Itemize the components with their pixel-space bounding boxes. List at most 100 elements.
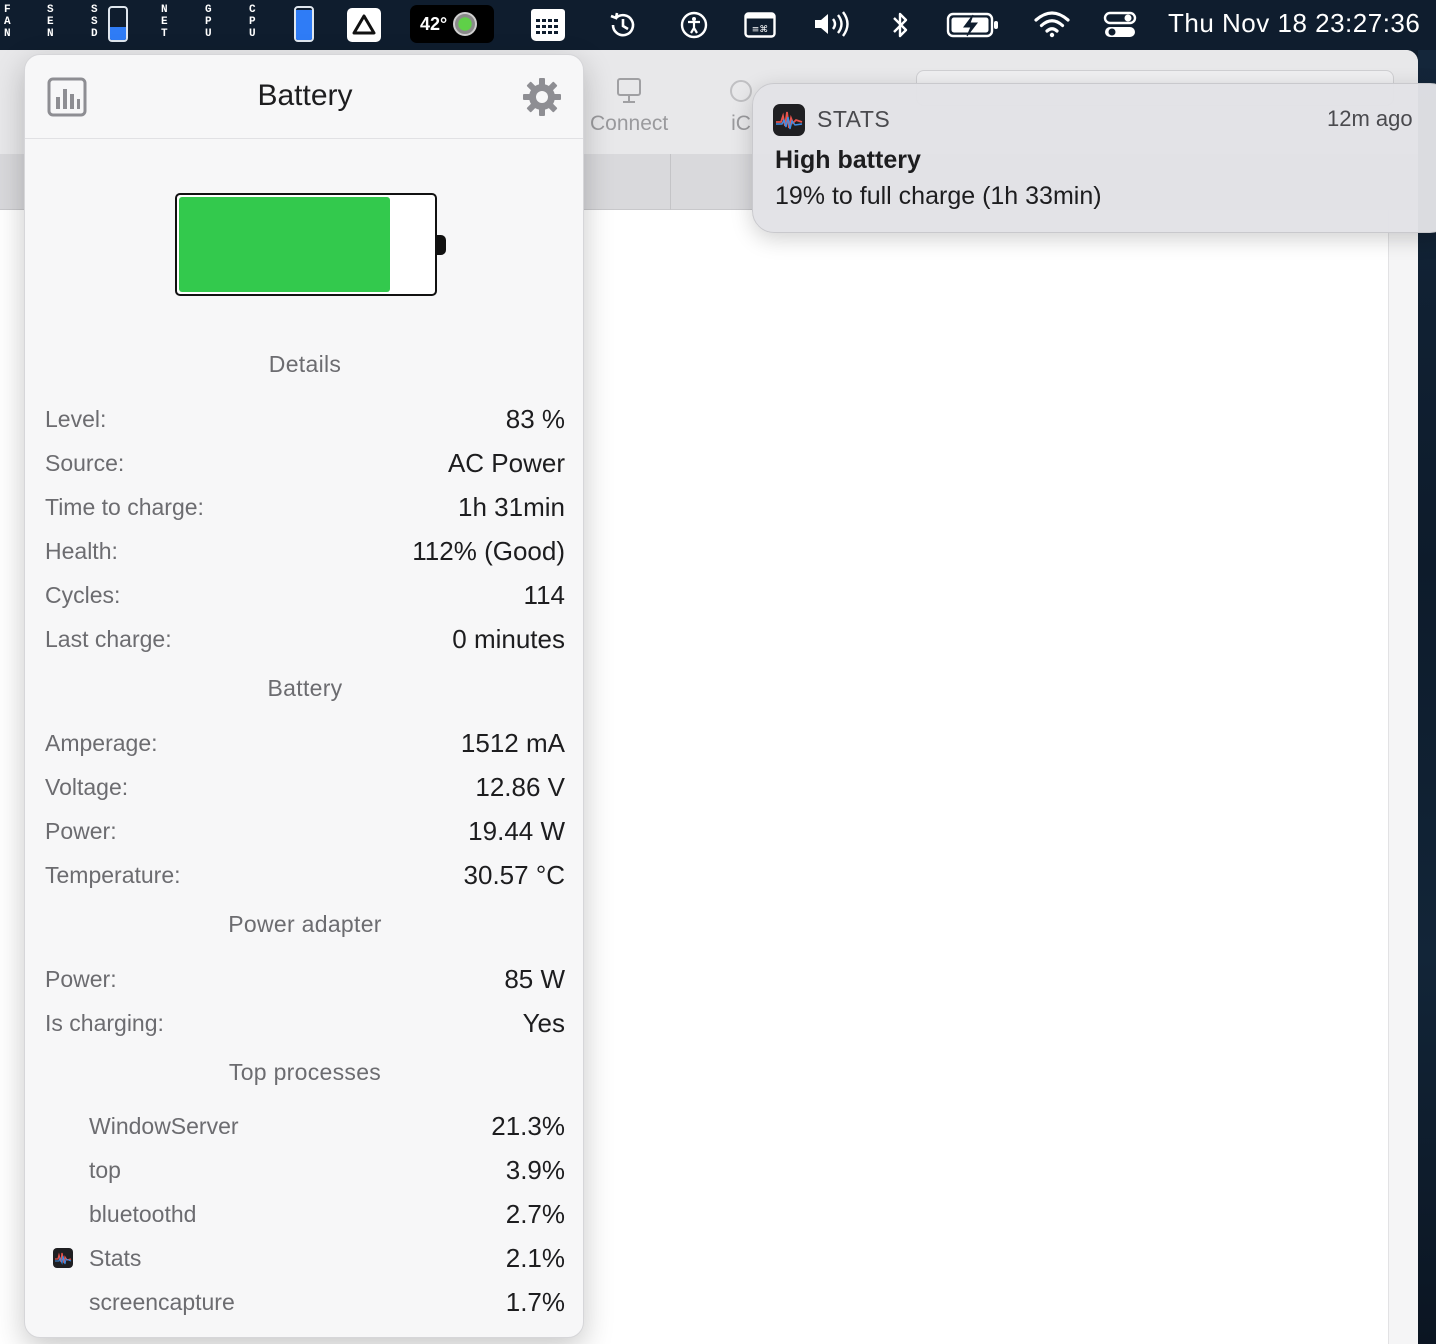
process-name: WindowServer	[89, 1112, 239, 1139]
detail-label: Last charge:	[45, 625, 172, 652]
detail-label: Level:	[45, 405, 107, 432]
process-name: bluetoothd	[89, 1200, 197, 1227]
battery-label: Power:	[45, 817, 117, 844]
process-row[interactable]: WindowServer 21.3%	[45, 1109, 565, 1143]
bluetooth-icon[interactable]	[888, 8, 912, 42]
detail-row-time-to-charge: Time to charge: 1h 31min	[45, 490, 565, 524]
fan-letter: F	[4, 4, 11, 16]
process-usage: 2.1%	[505, 1242, 565, 1273]
detail-value: AC Power	[447, 447, 565, 478]
fan-letter: A	[4, 16, 11, 28]
weather-temperature: 42°	[420, 13, 448, 34]
top-processes-section-title: Top processes	[228, 1059, 382, 1085]
stats-app-icon	[53, 1248, 73, 1268]
ssd-module-label[interactable]: S S D	[91, 4, 98, 40]
battery-label: Voltage:	[45, 773, 129, 800]
process-row[interactable]: Stats 2.1%	[45, 1241, 565, 1275]
gear-icon	[523, 78, 561, 116]
process-name: screencapture	[89, 1288, 235, 1315]
process-row[interactable]: bluetoothd 2.7%	[45, 1197, 565, 1231]
weather-icon	[453, 12, 478, 36]
notification-time: 12m ago	[1327, 106, 1413, 131]
popup-title: Battery	[257, 79, 353, 112]
process-icon-placeholder	[53, 1160, 73, 1180]
detail-row-cycles: Cycles: 114	[45, 578, 565, 612]
calendar-grid-icon[interactable]	[529, 7, 567, 43]
stats-app-icon	[773, 104, 805, 136]
accessibility-icon[interactable]	[678, 9, 710, 41]
adapter-row-is-charging: Is charging: Yes	[45, 1006, 565, 1040]
weather-widget[interactable]: 42°	[410, 5, 494, 43]
notification-banner[interactable]: STATS 12m ago High battery 19% to full c…	[752, 83, 1436, 233]
process-row[interactable]: top 3.9%	[45, 1153, 565, 1187]
detail-row-source: Source: AC Power	[45, 446, 565, 480]
notification-app-name: STATS	[817, 106, 891, 132]
detail-row-level: Level: 83 %	[45, 402, 565, 436]
sensors-module[interactable]: S E N	[47, 4, 54, 40]
ssd-letter: S	[91, 4, 98, 16]
net-letter: T	[161, 28, 168, 40]
process-row[interactable]: screencapture 1.7%	[45, 1285, 565, 1319]
detail-row-last-charge: Last charge: 0 minutes	[45, 622, 565, 656]
cpu-module[interactable]: C P U	[249, 4, 256, 40]
connect-label: Connect	[590, 112, 669, 135]
settings-button[interactable]	[522, 77, 562, 117]
process-usage: 3.9%	[505, 1154, 565, 1185]
adapter-row-power: Power: 85 W	[45, 962, 565, 996]
google-drive-icon[interactable]	[347, 8, 381, 42]
time-machine-icon[interactable]	[606, 9, 640, 41]
detail-label: Cycles:	[45, 581, 121, 608]
notification-body: 19% to full charge (1h 33min)	[775, 182, 1102, 210]
app-toolbar-divider	[670, 154, 671, 210]
battery-label: Temperature:	[45, 861, 181, 888]
process-name: top	[89, 1156, 121, 1183]
computer-icon	[617, 78, 642, 103]
detail-label: Health:	[45, 537, 118, 564]
power-adapter-section-title: Power adapter	[228, 911, 382, 937]
battery-fill	[179, 197, 390, 292]
process-usage: 2.7%	[505, 1198, 565, 1229]
sensors-letter: N	[47, 28, 54, 40]
gpu-letter: P	[205, 16, 212, 28]
detail-value: 0 minutes	[452, 623, 565, 654]
sensors-letter: S	[47, 4, 54, 16]
details-section-title: Details	[268, 351, 342, 377]
process-icon-placeholder	[53, 1292, 73, 1312]
battery-level-bar[interactable]	[294, 6, 314, 42]
battery-row-power: Power: 19.44 W	[45, 814, 565, 848]
battery-charging-icon[interactable]	[946, 10, 1000, 40]
app-scrollbar[interactable]	[1388, 210, 1418, 1344]
sensors-letter: E	[47, 16, 54, 28]
battery-row-amperage: Amperage: 1512 mA	[45, 726, 565, 760]
detail-label: Time to charge:	[45, 493, 204, 520]
gpu-letter: U	[205, 28, 212, 40]
gpu-module[interactable]: G P U	[205, 4, 212, 40]
battery-value: 1512 mA	[460, 727, 565, 758]
connect-button[interactable]: Connect	[590, 76, 668, 136]
cpu-letter: C	[249, 4, 256, 16]
network-module[interactable]: N E T	[161, 4, 168, 40]
battery-row-voltage: Voltage: 12.86 V	[45, 770, 565, 804]
process-usage: 21.3%	[491, 1110, 565, 1141]
icloud-label: iC	[731, 112, 751, 135]
svg-text:≡⌘: ≡⌘	[752, 25, 769, 35]
battery-row-temperature: Temperature: 30.57 °C	[45, 858, 565, 892]
detail-value: 83 %	[505, 403, 565, 434]
battery-level-graphic	[175, 193, 447, 297]
cpu-letter: U	[249, 28, 256, 40]
wifi-icon[interactable]	[1034, 9, 1070, 39]
desktop-wallpaper	[1418, 50, 1436, 1344]
detail-value: 114	[523, 579, 565, 610]
ssd-letter: S	[91, 16, 98, 28]
popup-header: Battery	[25, 55, 583, 139]
volume-icon[interactable]	[812, 9, 852, 39]
adapter-label: Is charging:	[45, 1009, 164, 1036]
net-letter: N	[161, 4, 168, 16]
menu-bar: F A N S E N S S D N E T G P U C P U 42°	[0, 0, 1436, 50]
ssd-usage-bar[interactable]	[108, 6, 128, 42]
control-center-icon[interactable]	[1102, 10, 1138, 40]
fan-module[interactable]: F A N	[4, 4, 11, 40]
menubar-clock[interactable]: Thu Nov 18 23:27:36	[1168, 8, 1420, 39]
detail-value: 112% (Good)	[412, 535, 565, 566]
keyboard-viewer-icon[interactable]: ≡⌘	[743, 10, 777, 40]
